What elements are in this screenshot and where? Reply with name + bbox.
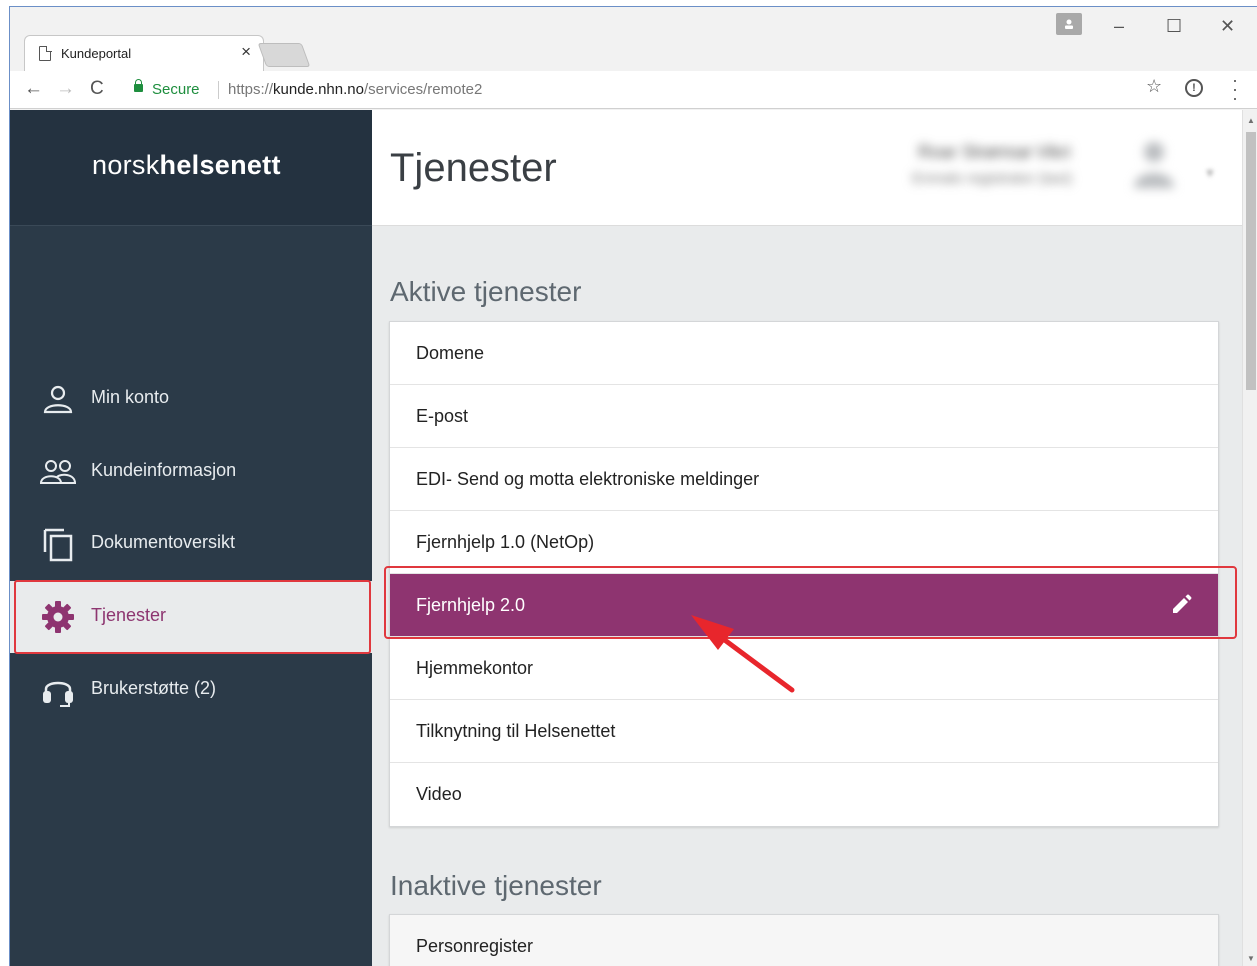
browser-window: Kundeportal × – ☐ ✕ ← → C Secure https:/… xyxy=(9,6,1257,966)
inactive-services-title: Inaktive tjenester xyxy=(390,870,602,901)
user-name: Roar Strømsø Vikri xyxy=(918,142,1071,162)
list-item[interactable]: Fjernhjelp 1.0 (NetOp) xyxy=(390,511,1218,574)
sidebar-item-brukerstotte[interactable]: Brukerstøtte (2) xyxy=(10,654,372,726)
scroll-down-icon[interactable]: ▼ xyxy=(1247,954,1255,963)
secure-label: Secure xyxy=(152,81,200,98)
sidebar-item-dokumentoversikt[interactable]: Dokumentoversikt xyxy=(10,508,372,580)
url-text[interactable]: https://kunde.nhn.no/services/remote2 xyxy=(228,81,482,98)
minimize-button[interactable]: – xyxy=(1114,17,1124,35)
profile-icon[interactable] xyxy=(1056,13,1082,35)
users-icon xyxy=(40,460,76,484)
chevron-down-icon[interactable]: ▼ xyxy=(1204,166,1216,180)
avatar-icon xyxy=(1134,142,1174,188)
page-icon xyxy=(39,45,52,61)
list-item[interactable]: Hjemmekontor xyxy=(390,637,1218,700)
list-item[interactable]: E-post xyxy=(390,385,1218,448)
sidebar-item-kundeinformasjon[interactable]: Kundeinformasjon xyxy=(10,436,372,508)
page-content: norskhelsenett Min konto Kundeinformasjo… xyxy=(10,110,1257,966)
address-separator xyxy=(218,81,219,99)
list-item[interactable]: Tilknytning til Helsenettet xyxy=(390,700,1218,763)
sidebar-item-label: Brukerstøtte (2) xyxy=(91,678,217,698)
lock-icon xyxy=(134,79,143,92)
browser-tab[interactable]: Kundeportal × xyxy=(24,35,264,71)
extension-icon[interactable]: ! xyxy=(1185,79,1203,97)
maximize-button[interactable]: ☐ xyxy=(1166,17,1182,35)
tab-strip: Kundeportal × – ☐ ✕ xyxy=(10,7,1257,71)
sidebar-highlight-box xyxy=(14,580,371,654)
list-item[interactable]: Personregister xyxy=(390,915,1218,966)
browser-menu-icon[interactable]: · · · xyxy=(1232,71,1238,107)
selected-row-highlight-box xyxy=(384,566,1237,639)
forward-arrow-icon[interactable]: → xyxy=(56,79,75,99)
tab-title: Kundeportal xyxy=(61,46,132,61)
main-content: Tjenester Roar Strømsø Vikri Enmalo regi… xyxy=(372,110,1242,966)
sidebar-item-label: Kundeinformasjon xyxy=(91,460,237,480)
active-services-title: Aktive tjenester xyxy=(390,276,582,307)
inactive-services-list: Personregister xyxy=(389,914,1219,966)
user-icon xyxy=(43,385,73,414)
reload-icon[interactable]: C xyxy=(90,79,104,99)
main-header: Tjenester Roar Strømsø Vikri Enmalo regi… xyxy=(372,110,1242,226)
browser-toolbar: ← → C Secure https://kunde.nhn.no/servic… xyxy=(10,71,1257,109)
sidebar-item-label: Min konto xyxy=(91,387,170,407)
brand-header: norskhelsenett xyxy=(10,110,372,226)
documents-icon xyxy=(43,528,73,562)
user-role: Enmalo registrator (taxi) xyxy=(912,170,1073,187)
close-window-button[interactable]: ✕ xyxy=(1220,17,1235,35)
brand-logo[interactable]: norskhelsenett xyxy=(92,150,281,181)
list-item[interactable]: Domene xyxy=(390,322,1218,385)
user-menu[interactable]: Roar Strømsø Vikri Enmalo registrator (t… xyxy=(912,138,1174,198)
tab-close-icon[interactable]: × xyxy=(241,42,251,62)
list-item[interactable]: Video xyxy=(390,763,1218,826)
scroll-up-icon[interactable]: ▲ xyxy=(1247,116,1255,125)
address-bar[interactable]: Secure https://kunde.nhn.no/services/rem… xyxy=(122,76,1168,104)
sidebar: norskhelsenett Min konto Kundeinformasjo… xyxy=(10,110,372,966)
headset-icon xyxy=(43,681,73,707)
sidebar-item-min-konto[interactable]: Min konto xyxy=(10,363,372,435)
list-item[interactable]: EDI- Send og motta elektroniske meldinge… xyxy=(390,448,1218,511)
back-arrow-icon[interactable]: ← xyxy=(24,79,43,99)
bookmark-star-icon[interactable]: ☆ xyxy=(1146,76,1162,97)
sidebar-item-label: Dokumentoversikt xyxy=(91,532,236,552)
page-title: Tjenester xyxy=(390,146,557,190)
page-scrollbar[interactable]: ▲ ▼ xyxy=(1242,110,1257,966)
new-tab-button[interactable] xyxy=(257,43,311,67)
scroll-thumb[interactable] xyxy=(1246,132,1256,390)
